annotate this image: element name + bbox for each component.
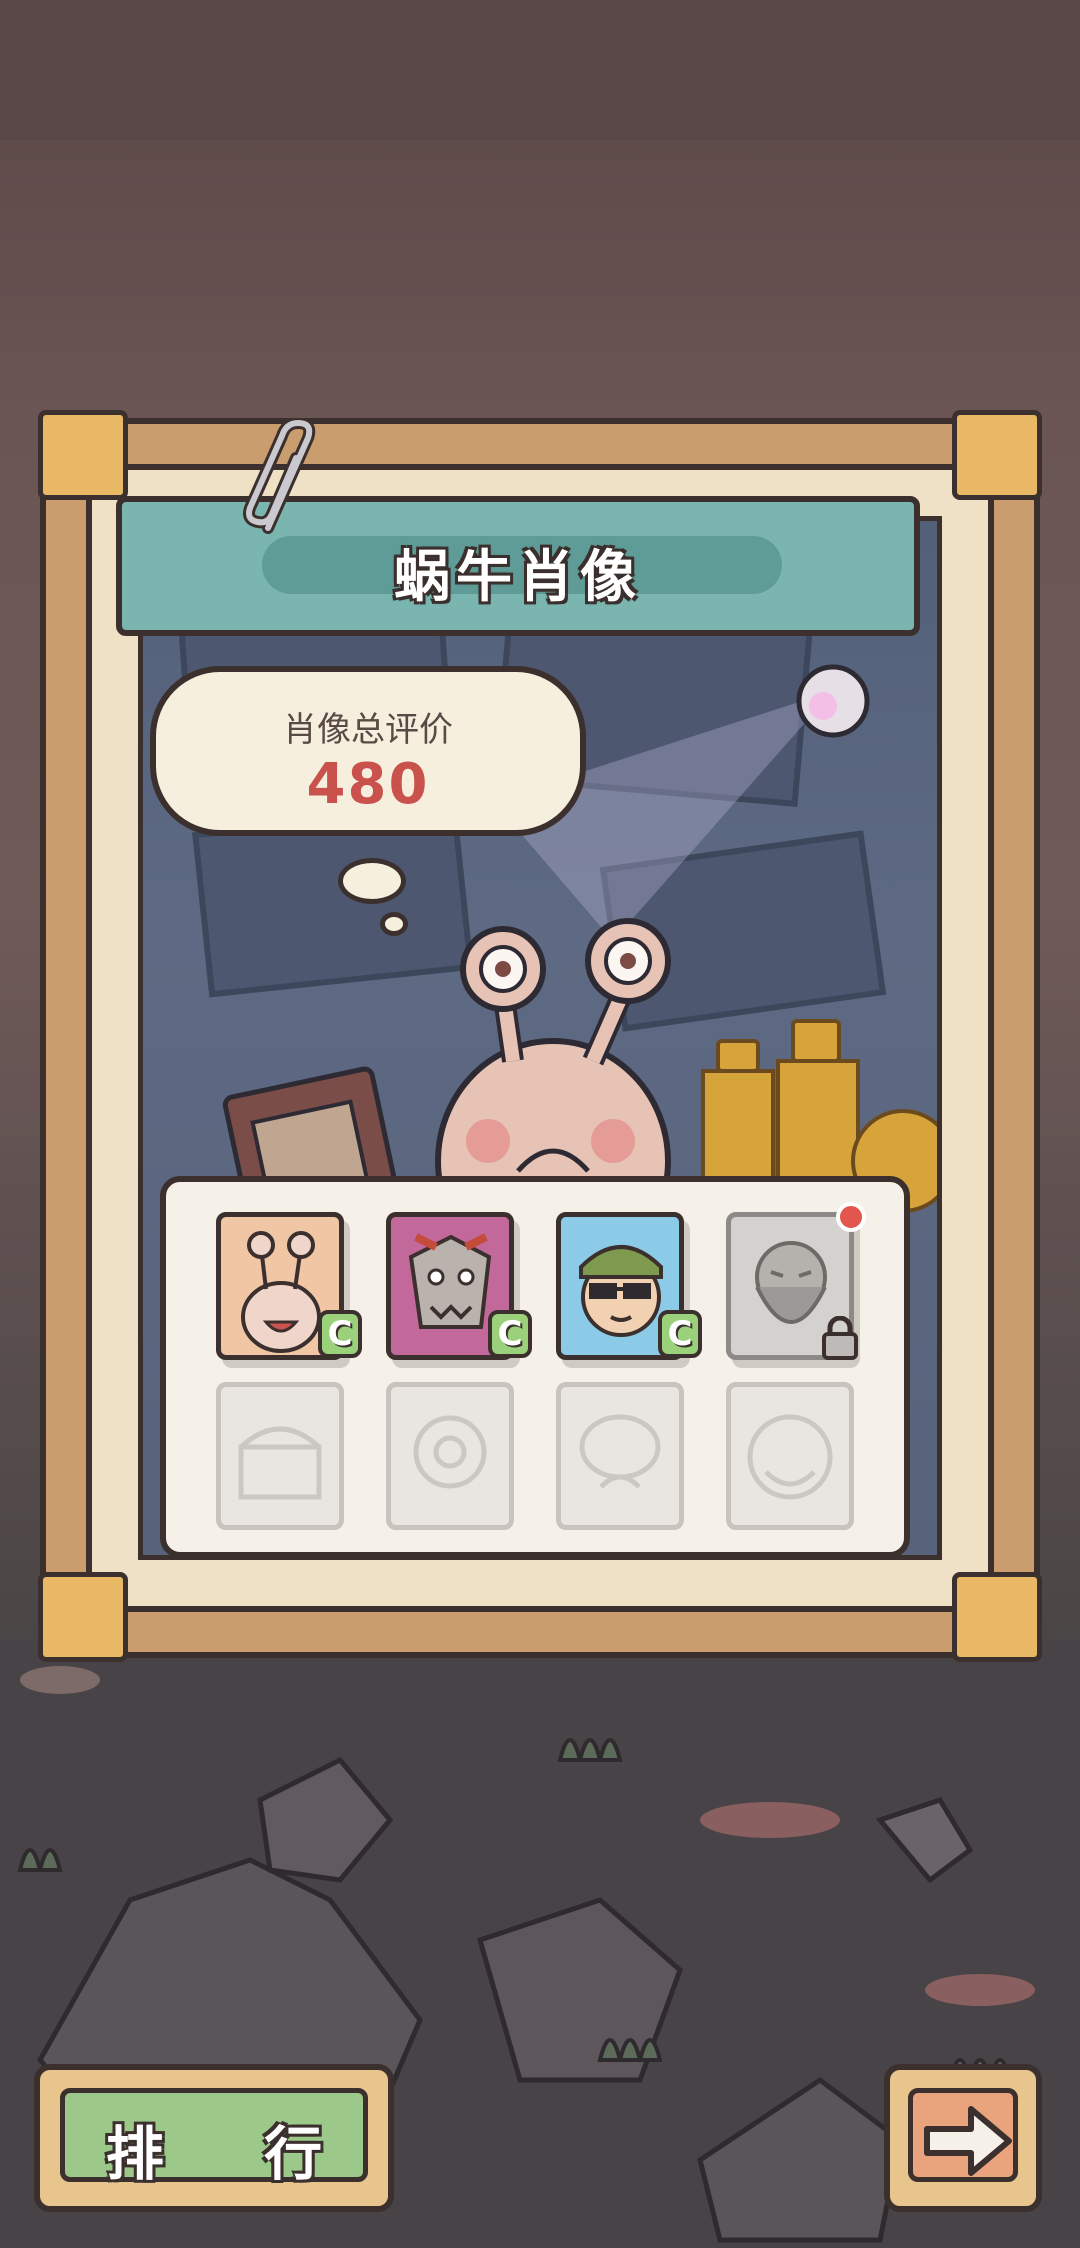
rating-bubble: 肖像总评价 480 bbox=[150, 666, 586, 836]
brain-creature-portrait-icon bbox=[579, 1414, 661, 1489]
portrait-card-pumpkin-face[interactable] bbox=[726, 1382, 854, 1530]
portrait-card-flower[interactable] bbox=[386, 1382, 514, 1530]
portrait-grid-panel: C C C bbox=[160, 1176, 910, 1558]
next-button[interactable] bbox=[884, 2064, 1042, 2212]
lock-icon bbox=[822, 1316, 858, 1360]
paperclip-icon bbox=[243, 418, 316, 534]
rating-label: 肖像总评价 bbox=[283, 710, 453, 750]
rank-button[interactable]: 排 行 bbox=[34, 2064, 394, 2212]
treasure-chest-portrait-icon bbox=[238, 1426, 322, 1500]
portrait-card-treasure-chest[interactable] bbox=[216, 1382, 344, 1530]
rank-button-label: 排 行 bbox=[105, 2120, 363, 2188]
rank-button-face: 排 行 bbox=[60, 2088, 368, 2188]
frame-corner-bottom-left bbox=[38, 1572, 128, 1662]
portrait-card-brain-creature[interactable] bbox=[556, 1382, 684, 1530]
pumpkin-face-portrait-icon bbox=[747, 1414, 833, 1500]
background-sky bbox=[0, 0, 1080, 140]
grade-badge-cool-guy: C bbox=[658, 1310, 702, 1358]
frame-corner-bottom-right bbox=[952, 1572, 1042, 1662]
arrow-right-icon bbox=[924, 2106, 1012, 2176]
flower-portrait-icon bbox=[413, 1415, 487, 1489]
next-button-face bbox=[908, 2088, 1018, 2182]
page-title: 蜗牛肖像 bbox=[394, 545, 642, 610]
rating-value: 480 bbox=[306, 752, 430, 817]
thought-bubble-large bbox=[338, 858, 406, 904]
frame-corner-top-right bbox=[952, 410, 1042, 500]
grade-badge-dragon: C bbox=[488, 1310, 532, 1358]
title-banner: 蜗牛肖像 bbox=[116, 496, 920, 636]
grade-badge-snail: C bbox=[318, 1310, 362, 1358]
frame-corner-top-left bbox=[38, 410, 128, 500]
thought-bubble-small bbox=[380, 912, 408, 936]
notification-dot bbox=[836, 1202, 866, 1232]
